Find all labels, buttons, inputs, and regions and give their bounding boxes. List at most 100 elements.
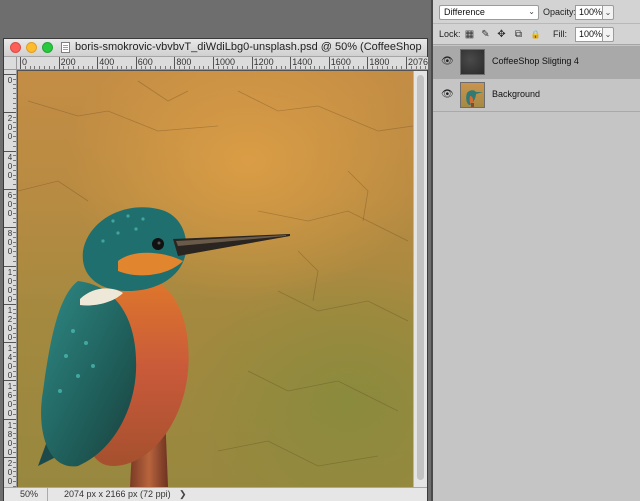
ruler-minor-tick (44, 66, 46, 69)
ruler-minor-tick (87, 66, 89, 69)
ruler-minor-tick (126, 66, 128, 69)
opacity-label: Opacity: (543, 7, 577, 17)
ruler-minor-tick (13, 389, 16, 391)
ruler-minor-tick (13, 480, 16, 482)
document-titlebar[interactable]: boris-smokrovic-vbvbvT_diWdiLbg0-unsplas… (4, 39, 427, 57)
lock-artboard-icon[interactable]: ⧉ (513, 29, 524, 40)
ruler-minor-tick (295, 66, 297, 69)
ruler-minor-tick (13, 88, 16, 90)
ruler-minor-tick (13, 327, 16, 329)
blend-mode-value: Difference (444, 7, 485, 17)
ruler-minor-tick (121, 66, 123, 69)
ruler-minor-tick (13, 466, 16, 468)
ruler-minor-tick (13, 198, 16, 200)
ruler-minor-tick (198, 66, 200, 69)
close-window-button[interactable] (10, 42, 21, 53)
ruler-minor-tick (13, 442, 16, 444)
horizontal-ruler[interactable]: 0200400600800100012001400160018002076220… (17, 57, 428, 70)
ruler-minor-tick (13, 270, 16, 272)
ruler-minor-tick (13, 117, 16, 119)
ruler-label: 2000 (7, 459, 13, 487)
status-bar: 50% 2074 px x 2166 px (72 ppi) ❯ (4, 487, 427, 501)
ruler-minor-tick (169, 66, 171, 69)
ruler-minor-tick (13, 394, 16, 396)
fill-label: Fill: (553, 29, 567, 39)
document-window: boris-smokrovic-vbvbvT_diWdiLbg0-unsplas… (3, 38, 428, 501)
ruler-minor-tick (299, 66, 301, 69)
ruler-minor-tick (13, 437, 16, 439)
ruler-tick (4, 265, 16, 267)
ruler-minor-tick (179, 66, 181, 69)
bird-head (82, 207, 187, 291)
lock-all-icon[interactable]: 🔒 (530, 29, 541, 40)
bird-beak (173, 234, 290, 256)
ruler-minor-tick (13, 121, 16, 123)
eye-icon[interactable]: 👁 (441, 57, 454, 67)
ruler-minor-tick (53, 66, 55, 69)
ruler-minor-tick (13, 155, 16, 157)
ruler-minor-tick (150, 66, 152, 69)
ruler-minor-tick (420, 66, 422, 69)
ruler-minor-tick (82, 66, 84, 69)
ruler-minor-tick (13, 308, 16, 310)
ruler-label: 800 (7, 229, 13, 257)
zoom-level-field[interactable]: 50% (4, 488, 48, 501)
ruler-minor-tick (391, 66, 393, 69)
bird-thumbnail-icon (466, 90, 483, 107)
blend-mode-select[interactable]: Difference ⌄ (439, 5, 539, 20)
image-canvas[interactable] (18, 71, 413, 487)
ruler-minor-tick (13, 184, 16, 186)
ruler-minor-tick (111, 66, 113, 69)
ruler-minor-tick (24, 66, 26, 69)
ruler-minor-tick (13, 337, 16, 339)
ruler-minor-tick (13, 102, 16, 104)
ruler-minor-tick (13, 356, 16, 358)
vertical-scrollbar[interactable] (413, 71, 427, 487)
scroll-thumb[interactable] (417, 75, 424, 480)
lock-label: Lock: (439, 29, 461, 39)
chevron-down-icon: ⌄ (528, 7, 535, 16)
ruler-minor-tick (73, 66, 75, 69)
vertical-ruler[interactable]: 0200400600800100012001400160018002000 (4, 70, 17, 487)
lock-transparent-pixels-icon[interactable]: ▦ (464, 29, 475, 40)
ruler-minor-tick (13, 433, 16, 435)
ruler-minor-tick (357, 66, 359, 69)
layer-row-coffeeshop[interactable]: 👁 CoffeeShop Sligting 4 (433, 46, 640, 79)
minimize-window-button[interactable] (26, 42, 37, 53)
lock-image-pixels-icon[interactable]: ✎ (480, 29, 491, 40)
ruler-minor-tick (13, 255, 16, 257)
ruler-minor-tick (13, 409, 16, 411)
opacity-dropdown-button[interactable]: ⌄ (602, 5, 614, 20)
ruler-minor-tick (140, 66, 142, 69)
ruler-minor-tick (13, 332, 16, 334)
ruler-minor-tick (381, 66, 383, 69)
ruler-minor-tick (232, 66, 234, 69)
maximize-window-button[interactable] (42, 42, 53, 53)
document-icon (61, 42, 70, 53)
ruler-minor-tick (106, 66, 108, 69)
eye-icon[interactable]: 👁 (441, 90, 454, 100)
ruler-minor-tick (270, 66, 272, 69)
ruler-tick (4, 342, 16, 344)
ruler-minor-tick (13, 370, 16, 372)
ruler-minor-tick (13, 241, 16, 243)
fill-field[interactable]: 100% (575, 27, 603, 42)
status-menu-arrow-icon[interactable]: ❯ (179, 489, 187, 500)
ruler-minor-tick (425, 66, 427, 69)
ruler-minor-tick (256, 66, 258, 69)
ruler-minor-tick (92, 66, 94, 69)
ruler-minor-tick (372, 66, 374, 69)
ruler-label: 400 (7, 152, 13, 180)
lock-position-icon[interactable]: ✥ (496, 29, 507, 40)
ruler-minor-tick (63, 66, 65, 69)
fill-dropdown-button[interactable]: ⌄ (602, 27, 614, 42)
layer-row-background[interactable]: 👁 Background (433, 79, 640, 112)
opacity-field[interactable]: 100% (575, 5, 603, 20)
ruler-minor-tick (13, 179, 16, 181)
ruler-minor-tick (13, 413, 16, 415)
ruler-minor-tick (193, 66, 195, 69)
ruler-minor-tick (13, 107, 16, 109)
document-title: boris-smokrovic-vbvbvT_diWdiLbg0-unsplas… (75, 41, 425, 53)
ruler-minor-tick (304, 66, 306, 69)
ruler-origin[interactable] (4, 57, 17, 70)
